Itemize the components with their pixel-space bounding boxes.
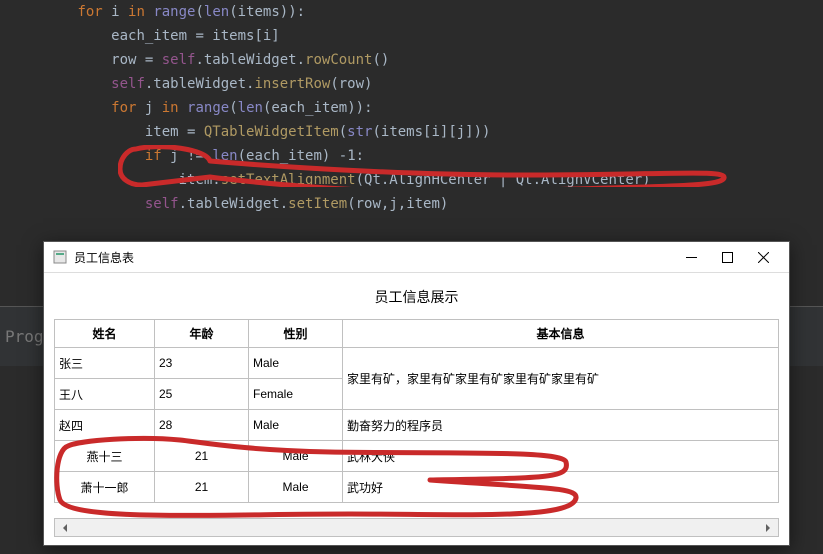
app-window: 员工信息表 员工信息展示 姓名年龄性别基本信息 张三23Male家里有矿，家里有… <box>43 241 790 546</box>
table-row[interactable]: 萧十一郎21Male武功好 <box>55 472 779 503</box>
code-editor[interactable]: for i in range(len(items)): each_item = … <box>0 0 823 216</box>
cell-age[interactable]: 28 <box>155 410 249 441</box>
cell-age[interactable]: 23 <box>155 348 249 379</box>
cell-name[interactable]: 张三 <box>55 348 155 379</box>
horizontal-scrollbar[interactable] <box>54 518 779 537</box>
code-line: item = QTableWidgetItem(str(items[i][j])… <box>10 120 823 144</box>
column-header[interactable]: 基本信息 <box>343 320 779 348</box>
maximize-button[interactable] <box>709 243 745 271</box>
code-line: each_item = items[i] <box>10 24 823 48</box>
table-row[interactable]: 张三23Male家里有矿，家里有矿家里有矿家里有矿家里有矿 <box>55 348 779 379</box>
data-table[interactable]: 姓名年龄性别基本信息 张三23Male家里有矿，家里有矿家里有矿家里有矿家里有矿… <box>54 319 779 503</box>
cell-name[interactable]: 赵四 <box>55 410 155 441</box>
cell-info[interactable]: 勤奋努力的程序员 <box>343 410 779 441</box>
cell-age[interactable]: 25 <box>155 379 249 410</box>
cell-age[interactable]: 21 <box>155 472 249 503</box>
code-line: row = self.tableWidget.rowCount() <box>10 48 823 72</box>
cell-name[interactable]: 萧十一郎 <box>55 472 155 503</box>
code-line: self.tableWidget.insertRow(row) <box>10 72 823 96</box>
scroll-left-icon[interactable] <box>57 521 73 535</box>
window-title: 员工信息表 <box>74 249 673 266</box>
scroll-right-icon[interactable] <box>760 521 776 535</box>
cell-info[interactable]: 家里有矿，家里有矿家里有矿家里有矿家里有矿 <box>343 348 779 410</box>
cell-age[interactable]: 21 <box>155 441 249 472</box>
cell-name[interactable]: 王八 <box>55 379 155 410</box>
cell-gender[interactable]: Male <box>249 410 343 441</box>
code-line: for i in range(len(items)): <box>10 0 823 24</box>
cell-gender[interactable]: Male <box>249 441 343 472</box>
column-header[interactable]: 年龄 <box>155 320 249 348</box>
cell-info[interactable]: 武林大侠 <box>343 441 779 472</box>
code-line: self.tableWidget.setItem(row,j,item) <box>10 192 823 216</box>
cell-gender[interactable]: Male <box>249 472 343 503</box>
code-line: item.setTextAlignment(Qt.AlignHCenter | … <box>10 168 823 192</box>
table-heading: 员工信息展示 <box>54 281 779 319</box>
code-line: if j != len(each_item) -1: <box>10 144 823 168</box>
table-row[interactable]: 赵四28Male勤奋努力的程序员 <box>55 410 779 441</box>
cell-name[interactable]: 燕十三 <box>55 441 155 472</box>
code-line: for j in range(len(each_item)): <box>10 96 823 120</box>
table-row[interactable]: 燕十三21Male武林大侠 <box>55 441 779 472</box>
column-header[interactable]: 性别 <box>249 320 343 348</box>
close-button[interactable] <box>745 243 781 271</box>
cell-gender[interactable]: Male <box>249 348 343 379</box>
minimize-button[interactable] <box>673 243 709 271</box>
title-bar[interactable]: 员工信息表 <box>44 242 789 273</box>
app-icon <box>52 249 68 265</box>
cell-gender[interactable]: Female <box>249 379 343 410</box>
cell-info[interactable]: 武功好 <box>343 472 779 503</box>
column-header[interactable]: 姓名 <box>55 320 155 348</box>
